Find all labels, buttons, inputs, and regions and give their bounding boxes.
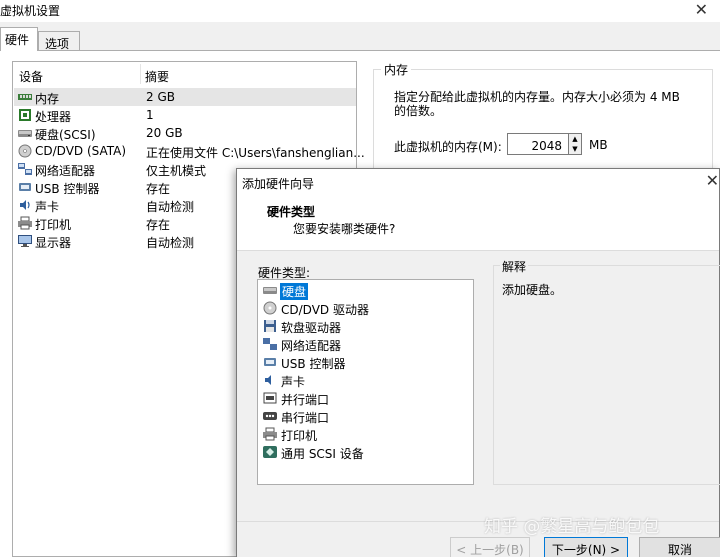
spin-down-icon[interactable]: ▼: [569, 144, 581, 154]
device-row-memory[interactable]: 内存 2 GB: [14, 88, 356, 106]
memory-spinner[interactable]: ▲ ▼: [568, 133, 582, 155]
memory-label: 此虚拟机的内存(M):: [394, 140, 502, 154]
device-summary: 自动检测: [146, 200, 195, 214]
device-name: 处理器: [35, 110, 72, 124]
memory-legend: 内存: [381, 61, 412, 78]
explanation-group: 解释 添加硬盘。: [493, 258, 720, 485]
usb-icon: [19, 183, 31, 191]
cd-dvd-icon: [263, 301, 277, 315]
list-item-label: 打印机: [281, 429, 318, 443]
device-name: USB 控制器: [35, 182, 100, 196]
wizard-step-title: 硬件类型: [267, 205, 316, 219]
wizard-title-bar: 添加硬件向导 ✕: [237, 169, 719, 195]
device-row-hard-disk[interactable]: 硬盘(SCSI) 20 GB: [14, 124, 356, 142]
hardware-type-list[interactable]: 硬盘 CD/DVD 驱动器 软盘驱动器 网络适配器 USB 控制器 声卡 并行端…: [257, 279, 474, 485]
wizard-step-subtitle: 您要安装哪类硬件?: [293, 222, 396, 236]
device-summary: 2 GB: [146, 90, 175, 104]
tab-options[interactable]: 选项: [38, 31, 80, 51]
device-name: 声卡: [35, 200, 60, 214]
device-summary: 存在: [146, 218, 171, 232]
cd-dvd-icon: [18, 144, 32, 158]
device-row-processor[interactable]: 处理器 1: [14, 106, 356, 124]
memory-panel: 指定分配给此虚拟机的内存量。内存大小必须为 4 MB 的倍数。 此虚拟机的内存(…: [367, 61, 720, 181]
device-name: 网络适配器: [35, 164, 96, 178]
list-item-label: 软盘驱动器: [281, 321, 342, 335]
explanation-text: 添加硬盘。: [502, 283, 563, 297]
device-list-header: 设备 摘要: [13, 62, 356, 88]
serial-port-icon: [263, 412, 277, 420]
explanation-legend: 解释: [500, 258, 529, 275]
window-title: 虚拟机设置: [0, 4, 61, 18]
cancel-button[interactable]: 取消: [639, 537, 720, 557]
device-row-cd-dvd[interactable]: CD/DVD (SATA) 正在使用文件 C:\Users\fanshengli…: [14, 142, 365, 160]
display-icon: [18, 235, 32, 247]
wizard-header: 硬件类型 您要安装哪类硬件?: [237, 195, 719, 251]
sound-card-icon: [20, 200, 30, 210]
memory-icon: [18, 94, 32, 100]
spin-up-icon[interactable]: ▲: [569, 134, 581, 144]
tab-hardware[interactable]: 硬件: [0, 27, 38, 51]
device-summary: 自动检测: [146, 236, 195, 250]
scsi-icon: [263, 446, 277, 458]
title-bar: 虚拟机设置 ✕: [0, 0, 720, 22]
device-summary: 存在: [146, 182, 171, 196]
wizard-title: 添加硬件向导: [242, 177, 315, 191]
printer-icon: [263, 427, 277, 441]
memory-description: 指定分配给此虚拟机的内存量。内存大小必须为 4 MB 的倍数。: [394, 90, 680, 118]
parallel-port-icon: [263, 392, 277, 404]
processor-icon: [19, 109, 31, 121]
device-summary: 1: [146, 108, 154, 122]
memory-unit: MB: [589, 138, 608, 152]
column-header-device[interactable]: 设备: [19, 68, 43, 85]
close-icon[interactable]: ✕: [695, 0, 708, 19]
hard-disk-icon: [263, 287, 277, 294]
list-item-label: 并行端口: [281, 393, 330, 407]
list-item-label: 串行端口: [281, 411, 330, 425]
list-item-label: CD/DVD 驱动器: [281, 303, 369, 317]
list-item-label: 通用 SCSI 设备: [281, 447, 364, 461]
device-name: 内存: [35, 92, 60, 106]
device-summary: 正在使用文件 C:\Users\fanshenglian...: [146, 146, 365, 160]
device-name: 打印机: [35, 218, 72, 232]
column-header-summary[interactable]: 摘要: [145, 68, 169, 85]
list-item-label: USB 控制器: [281, 357, 346, 371]
sound-card-icon: [265, 375, 271, 385]
memory-group: 指定分配给此虚拟机的内存量。内存大小必须为 4 MB 的倍数。 此虚拟机的内存(…: [373, 69, 713, 177]
hard-disk-icon: [18, 130, 32, 137]
list-item-label: 网络适配器: [281, 339, 342, 353]
network-adapter-icon: [263, 338, 277, 350]
device-name: CD/DVD (SATA): [35, 144, 127, 158]
next-button[interactable]: 下一步(N) >: [544, 537, 628, 557]
device-name: 硬盘(SCSI): [35, 128, 96, 142]
add-hardware-wizard: 添加硬件向导 ✕ 硬件类型 您要安装哪类硬件? 硬件类型: 硬盘 CD/DVD …: [236, 168, 720, 557]
printer-icon: [18, 216, 32, 230]
list-item-label: 声卡: [281, 375, 306, 389]
back-button[interactable]: < 上一步(B): [450, 537, 530, 557]
device-summary: 20 GB: [146, 126, 183, 140]
memory-size-input[interactable]: [507, 133, 569, 155]
device-name: 显示器: [35, 236, 72, 250]
usb-icon: [264, 358, 276, 366]
list-item-label: 硬盘: [280, 283, 309, 300]
floppy-icon: [264, 320, 276, 332]
close-icon[interactable]: ✕: [706, 171, 719, 190]
network-adapter-icon: [18, 163, 32, 175]
column-divider: [140, 64, 141, 84]
device-summary: 仅主机模式: [146, 164, 207, 178]
watermark: 知乎 @繁星高与鲍包包: [484, 517, 660, 537]
